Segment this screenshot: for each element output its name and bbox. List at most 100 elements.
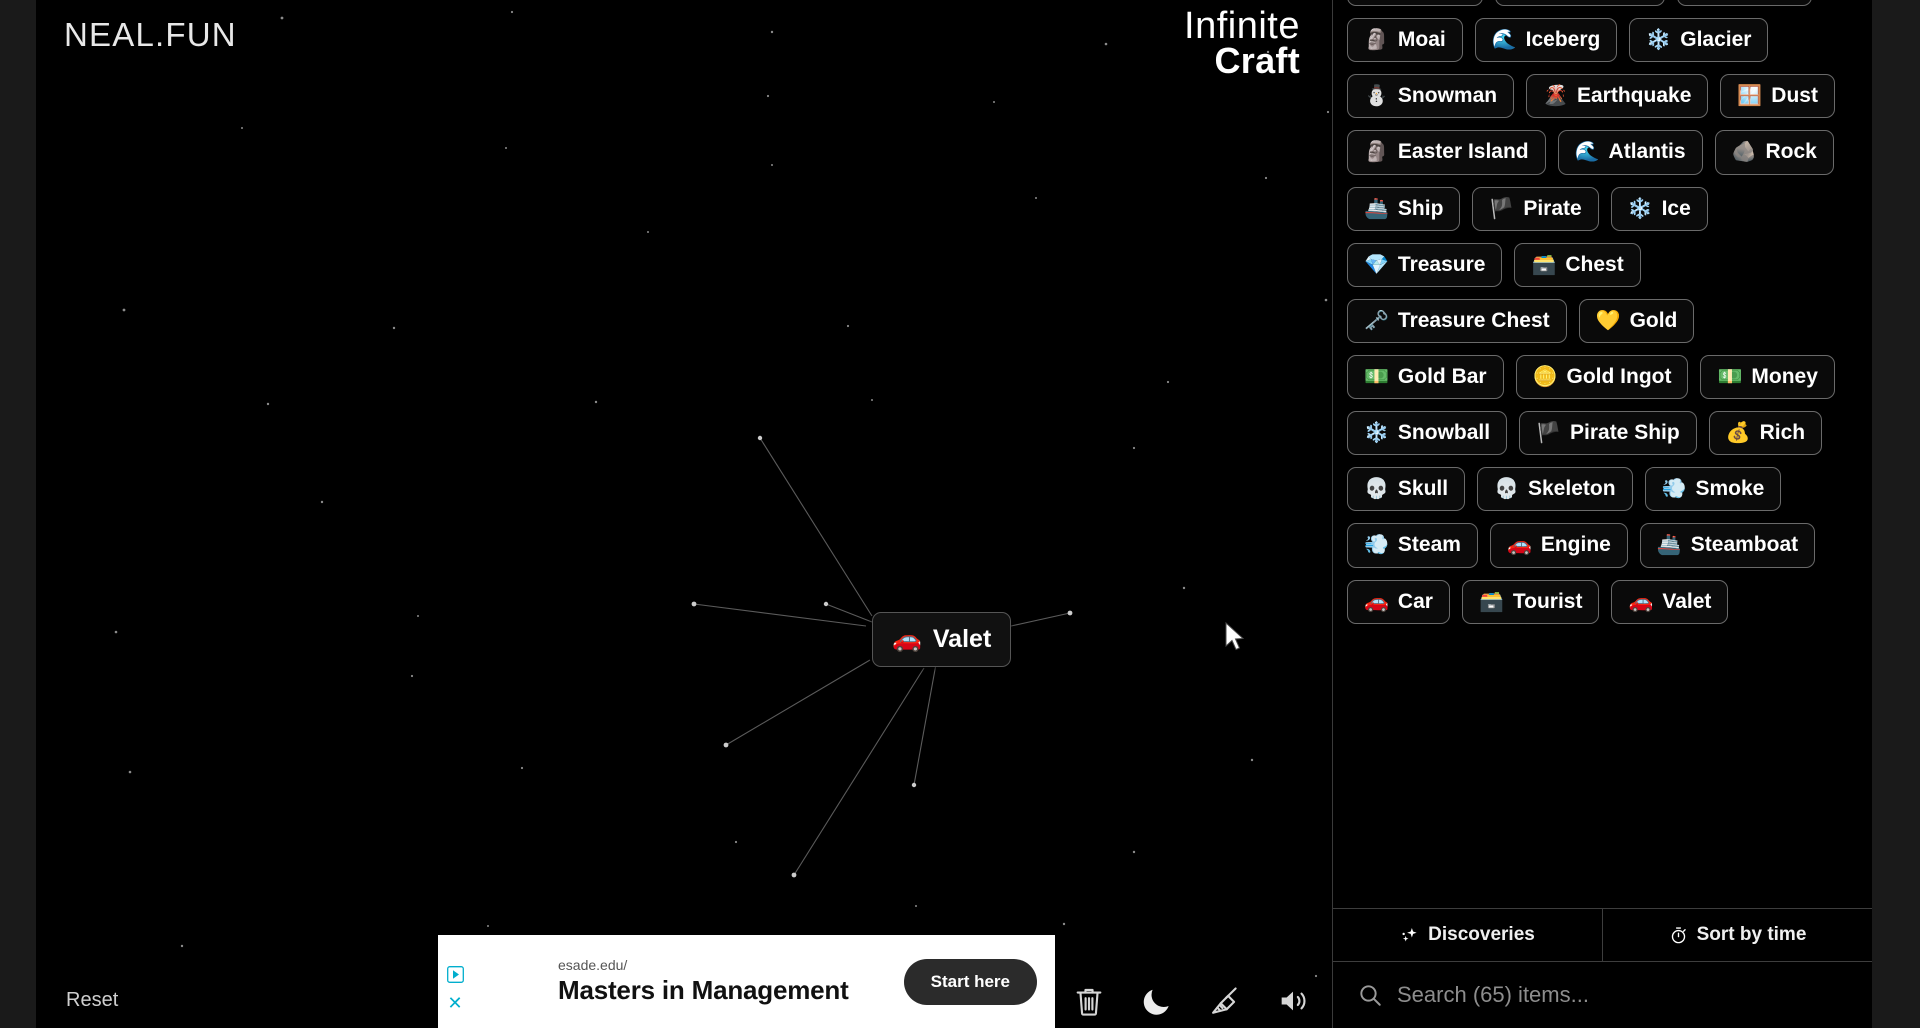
sidebar-item-snowman[interactable]: ⛄ Snowman: [1347, 74, 1515, 119]
sidebar-item-treasure[interactable]: 💎 Treasure: [1347, 242, 1503, 287]
sidebar-item-smoke[interactable]: 💨 Smoke: [1644, 467, 1782, 512]
sidebar-item-hawaii[interactable]: 🌺Hawaii: [1677, 0, 1812, 7]
item-emoji-icon: ❄️: [1627, 197, 1653, 220]
game-title-line2: Craft: [1214, 40, 1300, 82]
item-grid: 🌵Mirage 🌪️Dust Bowl 🌺Hawaii 🗿 Moai 🌊 Iceberg ❄️…: [1347, 0, 1858, 624]
sidebar-item-pirate-ship[interactable]: 🏴 Pirate Ship: [1519, 411, 1697, 456]
sidebar-item-mirage[interactable]: 🌵Mirage: [1347, 0, 1483, 7]
item-emoji-icon: 🗃️: [1531, 253, 1557, 276]
sidebar-item-chest[interactable]: 🗃️ Chest: [1514, 242, 1641, 287]
sidebar-item-rich[interactable]: 💰 Rich: [1708, 411, 1823, 456]
item-emoji-icon: 🏴: [1536, 422, 1561, 445]
item-label: Treasure Chest: [1397, 308, 1550, 332]
item-label: Glacier: [1680, 28, 1752, 52]
sidebar-item-steam[interactable]: 💨 Steam: [1347, 523, 1478, 568]
canvas-node-valet[interactable]: 🚗 Valet: [872, 612, 1012, 667]
sidebar-tabs: Discoveries Sort by time: [1333, 908, 1872, 962]
item-emoji-icon: ⛄: [1364, 85, 1389, 108]
item-label: Iceberg: [1525, 28, 1601, 52]
item-emoji-icon: 🚗: [1628, 590, 1654, 613]
sidebar-item-dust-bowl[interactable]: 🌪️Dust Bowl: [1494, 0, 1666, 7]
item-label: Ice: [1661, 196, 1691, 220]
ad-banner[interactable]: ✕ esade.edu/ Masters in Management Start…: [438, 935, 1055, 1028]
item-label: Snowman: [1397, 84, 1498, 108]
sidebar-item-gold[interactable]: 💛 Gold: [1578, 298, 1695, 343]
neal-fun-logo[interactable]: NEAL.FUN: [64, 16, 237, 54]
sidebar-item-tourist[interactable]: 🗃️ Tourist: [1461, 579, 1600, 624]
item-emoji-icon: 🌊: [1574, 141, 1600, 164]
item-emoji-icon: 💨: [1364, 534, 1389, 557]
car-icon: 🚗: [892, 625, 922, 653]
sidebar-item-rock[interactable]: 🪨 Rock: [1714, 130, 1834, 175]
infinite-craft-app: NEAL.FUN Infinite Craft 🚗 Valet Reset ✕ …: [36, 0, 1872, 1028]
item-label: Rock: [1765, 140, 1817, 164]
sidebar-item-snowball[interactable]: ❄️ Snowball: [1347, 411, 1508, 456]
item-emoji-icon: 🌋: [1543, 85, 1568, 108]
item-label: Earthquake: [1577, 84, 1692, 108]
item-emoji-icon: 🗿: [1364, 29, 1389, 52]
item-label: Moai: [1397, 28, 1446, 52]
crafting-canvas[interactable]: NEAL.FUN Infinite Craft 🚗 Valet Reset ✕ …: [36, 0, 1332, 1028]
sidebar-item-ice[interactable]: ❄️ Ice: [1610, 186, 1708, 231]
item-emoji-icon: 💵: [1717, 366, 1743, 389]
sidebar-item-treasure-chest[interactable]: 🗝️ Treasure Chest: [1347, 298, 1567, 343]
item-label: Steamboat: [1690, 533, 1799, 557]
recipe-links: [691, 435, 1073, 878]
tab-sort-by-time[interactable]: Sort by time: [1602, 909, 1872, 961]
item-emoji-icon: ❄️: [1364, 422, 1389, 445]
sidebar-item-earthquake[interactable]: 🌋 Earthquake: [1526, 74, 1709, 119]
tab-discoveries[interactable]: Discoveries: [1333, 909, 1602, 961]
sidebar-item-engine[interactable]: 🚗 Engine: [1489, 523, 1628, 568]
sidebar-item-steamboat[interactable]: 🚢 Steamboat: [1639, 523, 1816, 568]
sidebar-item-valet[interactable]: 🚗 Valet: [1611, 579, 1729, 624]
broom-icon[interactable]: [1208, 984, 1242, 1018]
sidebar-item-easter-island[interactable]: 🗿 Easter Island: [1347, 130, 1546, 175]
item-emoji-icon: 🚗: [1506, 534, 1532, 557]
item-emoji-icon: 🌊: [1491, 29, 1517, 52]
trash-icon[interactable]: [1072, 984, 1106, 1018]
item-label: Valet: [1662, 589, 1712, 613]
item-label: Rich: [1759, 421, 1806, 445]
item-emoji-icon: 💨: [1661, 478, 1687, 501]
canvas-node-label: Valet: [932, 625, 992, 653]
ad-cta-button[interactable]: Start here: [903, 958, 1037, 1005]
sidebar-item-glacier[interactable]: ❄️ Glacier: [1629, 18, 1769, 63]
sidebar-item-iceberg[interactable]: 🌊 Iceberg: [1474, 18, 1618, 63]
item-emoji-icon: 🏴: [1489, 197, 1515, 220]
moon-icon[interactable]: [1140, 984, 1174, 1018]
item-emoji-icon: 💀: [1494, 478, 1519, 501]
adchoices-icon[interactable]: [446, 965, 464, 983]
tab-sort-by-time-label: Sort by time: [1696, 924, 1807, 945]
reset-button[interactable]: Reset: [66, 989, 118, 1012]
ad-close-icon[interactable]: ✕: [447, 994, 462, 1012]
sidebar-item-car[interactable]: 🚗 Car: [1347, 579, 1450, 624]
discoveries-list[interactable]: 🌵Mirage 🌪️Dust Bowl 🌺Hawaii 🗿 Moai 🌊 Iceberg ❄️…: [1333, 0, 1872, 908]
sidebar-item-pirate[interactable]: 🏴 Pirate: [1472, 186, 1599, 231]
sidebar-item-skull[interactable]: 💀 Skull: [1347, 467, 1466, 512]
item-label: Chest: [1565, 252, 1624, 276]
sidebar-item-moai[interactable]: 🗿 Moai: [1347, 18, 1463, 63]
item-label: Gold Bar: [1397, 364, 1487, 388]
item-emoji-icon: 💵: [1364, 366, 1389, 389]
item-label: Steam: [1397, 533, 1461, 557]
sidebar-item-dust[interactable]: 🪟 Dust: [1720, 74, 1835, 119]
game-title-line1: Infinite: [1184, 5, 1300, 47]
item-label: Atlantis: [1608, 140, 1686, 164]
item-label: Gold: [1629, 308, 1678, 332]
sidebar-item-gold-bar[interactable]: 💵 Gold Bar: [1347, 354, 1504, 400]
item-label: Smoke: [1695, 477, 1765, 501]
item-emoji-icon: 🗃️: [1478, 590, 1504, 613]
item-emoji-icon: 🚢: [1656, 534, 1682, 557]
search-bar[interactable]: [1333, 962, 1872, 1028]
sidebar-item-skeleton[interactable]: 💀 Skeleton: [1477, 467, 1633, 512]
item-emoji-icon: 🪟: [1737, 85, 1763, 108]
sidebar-item-ship[interactable]: 🚢 Ship: [1347, 186, 1461, 231]
item-label: Ship: [1397, 196, 1444, 220]
sidebar-item-money[interactable]: 💵 Money: [1700, 354, 1835, 400]
search-input[interactable]: [1397, 982, 1848, 1008]
sidebar-item-gold-ingot[interactable]: 🪙 Gold Ingot: [1515, 354, 1689, 400]
item-label: Gold Ingot: [1566, 364, 1672, 388]
sidebar-item-atlantis[interactable]: 🌊 Atlantis: [1557, 130, 1703, 175]
ad-url: esade.edu/: [558, 956, 628, 973]
speaker-icon[interactable]: [1276, 984, 1310, 1018]
